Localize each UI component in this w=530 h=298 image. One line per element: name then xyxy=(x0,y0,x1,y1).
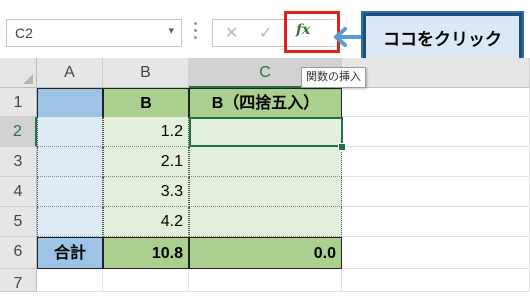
cell-a2[interactable] xyxy=(37,117,103,147)
grip-dots-icon[interactable] xyxy=(194,22,198,44)
cell-b3[interactable]: 2.1 xyxy=(103,147,189,177)
insert-function-tooltip: 関数の挿入 xyxy=(301,67,366,88)
chevron-down-icon[interactable]: ▾ xyxy=(168,24,174,37)
column-header-a[interactable]: A xyxy=(37,58,103,88)
column-header-b[interactable]: B xyxy=(103,58,189,88)
row-header-6[interactable]: 6 xyxy=(0,237,37,269)
cell-a7[interactable] xyxy=(37,269,103,292)
cell-b6-total[interactable]: 10.8 xyxy=(103,237,189,269)
cell-c7[interactable] xyxy=(189,269,342,292)
cell-c3[interactable] xyxy=(189,147,342,177)
row-header-5[interactable]: 5 xyxy=(0,207,37,237)
cell-c5[interactable] xyxy=(189,207,342,237)
row-header-4[interactable]: 4 xyxy=(0,177,37,207)
cell-a4[interactable] xyxy=(37,177,103,207)
cell-b5[interactable]: 4.2 xyxy=(103,207,189,237)
cell-d7[interactable] xyxy=(342,269,530,292)
cell-b1[interactable]: B xyxy=(103,88,189,118)
cell-d5[interactable] xyxy=(342,207,530,237)
name-box[interactable]: C2 ▾ xyxy=(6,19,182,47)
callout-box: ココをクリック xyxy=(361,11,524,63)
cell-c4[interactable] xyxy=(189,177,342,207)
cell-d1[interactable] xyxy=(342,88,530,117)
callout-text: ココをクリック xyxy=(383,29,502,50)
cancel-icon[interactable]: ✕ xyxy=(225,23,238,42)
formula-bar: C2 ▾ ✕ ✓ fx ココをクリック xyxy=(0,0,530,63)
select-all-corner[interactable] xyxy=(0,58,37,88)
cell-d2[interactable] xyxy=(342,117,530,147)
cell-d3[interactable] xyxy=(342,147,530,177)
cell-a5[interactable] xyxy=(37,207,103,237)
cell-b7[interactable] xyxy=(103,269,189,292)
cell-c1[interactable]: B（四捨五入） xyxy=(189,88,342,118)
fill-handle[interactable] xyxy=(338,143,346,151)
arrow-left-icon xyxy=(334,27,361,47)
cell-a1[interactable] xyxy=(37,88,103,118)
cell-a6-total-label[interactable]: 合計 xyxy=(37,237,103,269)
row-header-3[interactable]: 3 xyxy=(0,147,37,177)
active-cell-border xyxy=(189,117,343,147)
row-header-1[interactable]: 1 xyxy=(0,88,37,117)
cell-d4[interactable] xyxy=(342,177,530,207)
cell-b4[interactable]: 3.3 xyxy=(103,177,189,207)
name-box-value: C2 xyxy=(15,25,33,41)
cell-b2[interactable]: 1.2 xyxy=(103,117,189,147)
cell-d6[interactable] xyxy=(342,237,530,269)
column-header-d[interactable] xyxy=(342,58,530,88)
enter-check-icon[interactable]: ✓ xyxy=(259,23,272,42)
cell-a3[interactable] xyxy=(37,147,103,177)
row-header-2[interactable]: 2 xyxy=(0,117,37,147)
cell-c6-total[interactable]: 0.0 xyxy=(189,237,342,269)
row-header-7[interactable]: 7 xyxy=(0,269,37,292)
